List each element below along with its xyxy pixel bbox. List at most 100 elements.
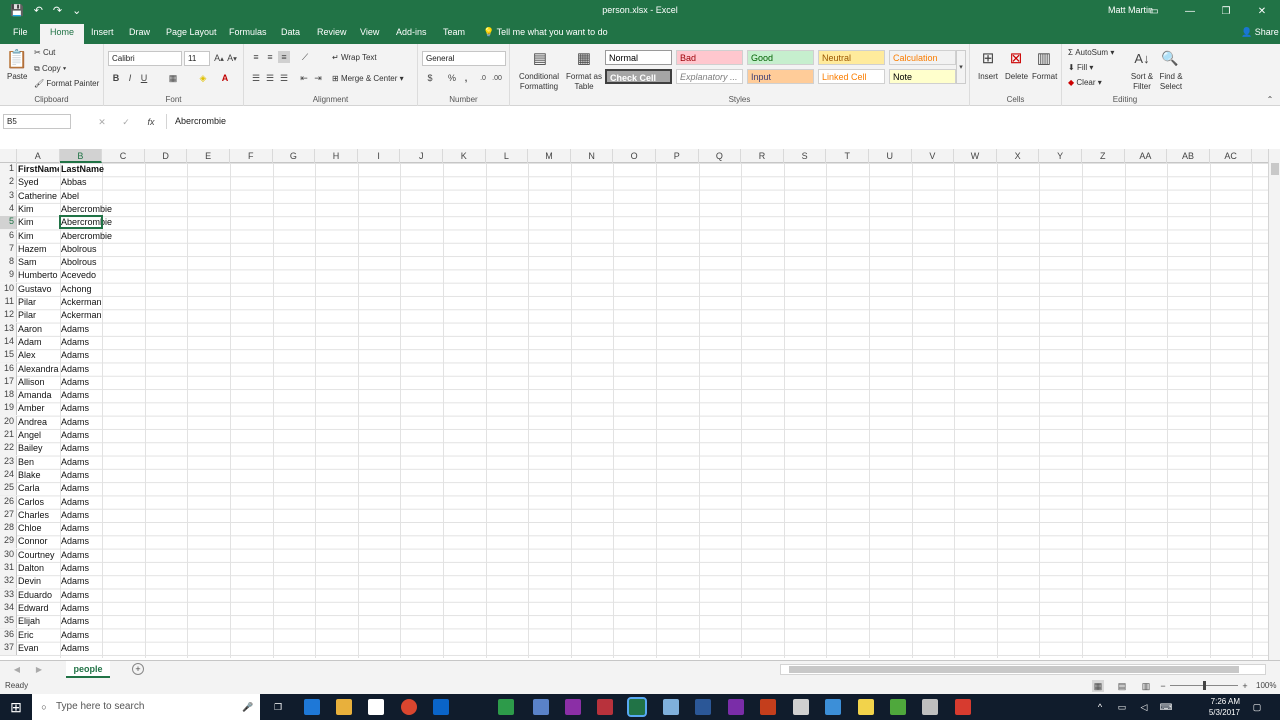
cell-first-name[interactable]: Humberto bbox=[18, 270, 59, 280]
number-format-select[interactable]: General bbox=[422, 51, 506, 66]
column-header-l[interactable]: L bbox=[486, 149, 529, 163]
excel-taskbar-icon[interactable] bbox=[627, 697, 647, 717]
cell-first-name[interactable]: Hazem bbox=[18, 244, 59, 254]
visual-studio-icon[interactable] bbox=[728, 699, 744, 715]
row-header[interactable]: 9 bbox=[0, 269, 17, 283]
cell-last-name[interactable]: Ackerman bbox=[61, 297, 121, 307]
tab-team[interactable]: Team bbox=[443, 27, 465, 37]
column-header-j[interactable]: J bbox=[400, 149, 443, 163]
cell-first-name[interactable]: Alex bbox=[18, 350, 59, 360]
cell-last-name[interactable]: Adams bbox=[61, 523, 121, 533]
column-header-v[interactable]: V bbox=[912, 149, 955, 163]
sort-filter-icon[interactable]: A↓ bbox=[1132, 48, 1152, 68]
row-header[interactable]: 28 bbox=[0, 522, 17, 536]
format-as-table-icon[interactable]: ▦ bbox=[574, 48, 594, 68]
cell-last-name[interactable]: Adams bbox=[61, 536, 121, 546]
cell-last-name[interactable]: Adams bbox=[61, 483, 121, 493]
horizontal-scrollbar[interactable] bbox=[780, 664, 1266, 675]
cell-first-name[interactable]: Kim bbox=[18, 217, 59, 227]
formula-input[interactable]: Abercrombie bbox=[166, 114, 1268, 129]
row-header[interactable]: 8 bbox=[0, 256, 17, 270]
enter-icon[interactable]: ✓ bbox=[120, 116, 132, 128]
cell-last-name[interactable]: Adams bbox=[61, 590, 121, 600]
cell-last-name[interactable]: Adams bbox=[61, 643, 121, 653]
cell-last-name[interactable]: Adams bbox=[61, 603, 121, 613]
row-header[interactable]: 20 bbox=[0, 415, 17, 429]
delete-cells-button[interactable]: Delete bbox=[1005, 72, 1028, 81]
row-header[interactable]: 35 bbox=[0, 615, 17, 629]
clear-button[interactable]: ◆ Clear ▾ bbox=[1068, 78, 1102, 87]
font-size-select[interactable]: 11 bbox=[184, 51, 210, 66]
borders-icon[interactable]: ▦ bbox=[166, 72, 180, 84]
find-icon[interactable]: 🔍 bbox=[1160, 48, 1180, 68]
cell-first-name[interactable]: Pilar bbox=[18, 297, 59, 307]
cell-last-name[interactable]: Abolrous bbox=[61, 257, 121, 267]
tab-add-ins[interactable]: Add-ins bbox=[396, 27, 427, 37]
cell-first-name[interactable]: Elijah bbox=[18, 616, 59, 626]
insert-cells-button[interactable]: Insert bbox=[978, 72, 998, 81]
row-header[interactable]: 1 bbox=[0, 163, 17, 176]
column-header-z[interactable]: Z bbox=[1082, 149, 1125, 163]
row-header[interactable]: 18 bbox=[0, 389, 17, 403]
cell-first-name[interactable]: Eric bbox=[18, 630, 59, 640]
currency-icon[interactable]: $ bbox=[424, 72, 436, 84]
row-header[interactable]: 3 bbox=[0, 189, 17, 203]
cell-style-linked-cell[interactable]: Linked Cell bbox=[818, 69, 885, 84]
row-header[interactable]: 33 bbox=[0, 588, 17, 602]
select-all-corner[interactable] bbox=[0, 149, 17, 163]
cell-first-name[interactable]: Allison bbox=[18, 377, 59, 387]
column-header-w[interactable]: W bbox=[954, 149, 997, 163]
row-header[interactable]: 21 bbox=[0, 429, 17, 442]
cell-style-explanatory[interactable]: Explanatory ... bbox=[676, 69, 743, 84]
cancel-icon[interactable]: ✕ bbox=[96, 116, 108, 128]
name-box[interactable]: B5 bbox=[3, 114, 71, 129]
cell-style-good[interactable]: Good bbox=[747, 50, 814, 65]
paste-icon[interactable]: 📋 bbox=[6, 48, 28, 70]
close-button[interactable]: ✕ bbox=[1244, 0, 1280, 22]
photos-icon[interactable] bbox=[793, 699, 809, 715]
cut-button[interactable]: ✂ Cut bbox=[34, 48, 55, 57]
increase-decimal-icon[interactable]: .0 bbox=[476, 72, 490, 84]
cell-last-name[interactable]: Adams bbox=[61, 470, 121, 480]
row-header[interactable]: 34 bbox=[0, 601, 17, 615]
row-header[interactable]: 25 bbox=[0, 482, 17, 496]
volume-icon[interactable]: ◁ bbox=[1138, 700, 1150, 714]
cell-last-name[interactable]: Achong bbox=[61, 284, 121, 294]
share-button[interactable]: 👤 Share bbox=[1241, 27, 1279, 38]
cell-last-name[interactable]: Adams bbox=[61, 364, 121, 374]
outlook-icon[interactable] bbox=[433, 699, 449, 715]
cell-style-normal[interactable]: Normal bbox=[605, 50, 672, 65]
column-header-k[interactable]: K bbox=[443, 149, 486, 163]
cell-first-name[interactable]: Adam bbox=[18, 337, 59, 347]
ribbon-options-icon[interactable]: ▭ bbox=[1136, 0, 1172, 22]
tab-draw[interactable]: Draw bbox=[129, 27, 150, 37]
vertical-scrollbar[interactable] bbox=[1268, 149, 1280, 660]
font-family-select[interactable]: Calibri bbox=[108, 51, 182, 66]
cell-first-name[interactable]: Amber bbox=[18, 403, 59, 413]
taskbar-clock[interactable]: 7:26 AM 5/3/2017 bbox=[1180, 696, 1240, 718]
column-header-u[interactable]: U bbox=[869, 149, 912, 163]
row-header[interactable]: 5 bbox=[0, 216, 17, 230]
row-header[interactable]: 36 bbox=[0, 628, 17, 642]
cell-first-name[interactable]: Carlos bbox=[18, 497, 59, 507]
tools-icon[interactable] bbox=[922, 699, 938, 715]
fill-button[interactable]: ⬇ Fill ▾ bbox=[1068, 63, 1093, 72]
zoom-out-icon[interactable]: − bbox=[1158, 680, 1168, 692]
shrink-font-icon[interactable]: A ▾ bbox=[226, 52, 238, 64]
file-explorer-icon[interactable] bbox=[336, 699, 352, 715]
worksheet-grid[interactable]: 1 FirstName LastName 2 Syed Abbas 3 Catherine Ab… bbox=[0, 163, 1268, 658]
cell-first-name[interactable]: Kim bbox=[18, 231, 59, 241]
autosum-button[interactable]: Σ AutoSum ▾ bbox=[1068, 48, 1114, 57]
column-header-y[interactable]: Y bbox=[1039, 149, 1082, 163]
row-header[interactable]: 16 bbox=[0, 362, 17, 376]
cell-last-name[interactable]: Adams bbox=[61, 350, 121, 360]
row-header[interactable]: 31 bbox=[0, 562, 17, 575]
conditional-formatting-button[interactable]: Conditional Formatting bbox=[516, 72, 562, 92]
cell-last-name[interactable]: Abolrous bbox=[61, 244, 121, 254]
row-header[interactable]: 19 bbox=[0, 402, 17, 416]
sheet-tab-people[interactable]: people bbox=[66, 661, 110, 678]
cell-last-name[interactable]: Adams bbox=[61, 630, 121, 640]
format-painter-button[interactable]: 🖌 Format Painter bbox=[34, 79, 99, 88]
normal-view-icon[interactable]: ▦ bbox=[1092, 680, 1104, 692]
sort-filter-button[interactable]: Sort & Filter bbox=[1128, 72, 1156, 92]
